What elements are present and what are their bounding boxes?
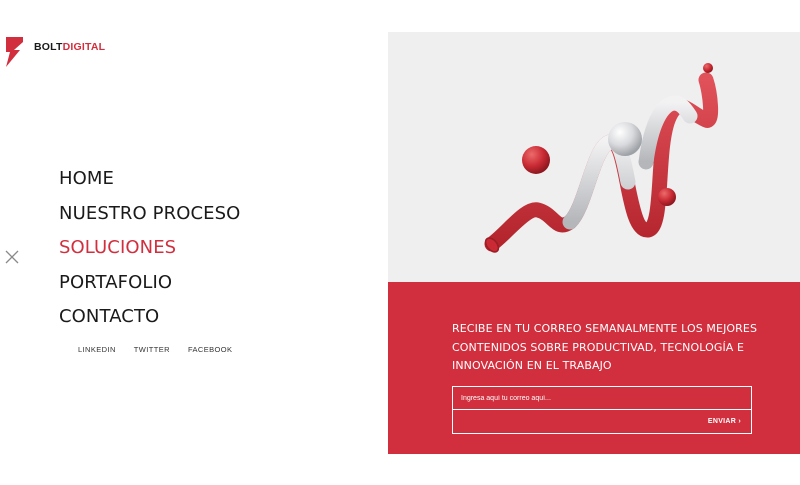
brand-name-part1: BOLT bbox=[34, 41, 63, 53]
main-nav: HOME NUESTRO PROCESO SOLUCIONES PORTAFOL… bbox=[59, 162, 240, 335]
nav-item-soluciones[interactable]: SOLUCIONES bbox=[59, 231, 240, 266]
email-input[interactable] bbox=[452, 386, 752, 410]
social-link-linkedin[interactable]: LINKEDIN bbox=[78, 345, 116, 354]
brand-name: BOLTDIGITAL bbox=[34, 41, 105, 53]
submit-button[interactable]: ENVIAR › bbox=[452, 410, 752, 434]
newsletter-headline-line: INNOVACIÓN EN EL TRABAJO bbox=[452, 359, 612, 372]
close-icon[interactable] bbox=[5, 250, 19, 264]
menu-overlay: BOLTDIGITAL HOME NUESTRO PROCESO SOLUCIO… bbox=[0, 32, 800, 454]
newsletter-signup: RECIBE EN TU CORREO SEMANALMENTE LOS MEJ… bbox=[388, 282, 800, 454]
menu-panel: BOLTDIGITAL HOME NUESTRO PROCESO SOLUCIO… bbox=[0, 32, 388, 454]
social-links: LINKEDIN TWITTER FACEBOOK bbox=[78, 345, 250, 354]
nav-item-portafolio[interactable]: PORTAFOLIO bbox=[59, 266, 240, 301]
nav-item-contacto[interactable]: CONTACTO bbox=[59, 300, 240, 335]
abstract-3d-wave-illustration bbox=[484, 63, 719, 253]
hero-illustration bbox=[388, 32, 800, 282]
brand-name-part2: DIGITAL bbox=[62, 41, 106, 53]
nav-item-nuestro-proceso[interactable]: NUESTRO PROCESO bbox=[59, 197, 240, 232]
social-link-facebook[interactable]: FACEBOOK bbox=[188, 345, 232, 354]
newsletter-headline: RECIBE EN TU CORREO SEMANALMENTE LOS MEJ… bbox=[452, 320, 762, 376]
newsletter-headline-line: CONTENIDOS SOBRE PRODUCTIVAD, TECNOLOGÍA… bbox=[452, 340, 745, 354]
newsletter-panel: RECIBE EN TU CORREO SEMANALMENTE LOS MEJ… bbox=[388, 32, 800, 454]
brand-logo[interactable]: BOLTDIGITAL bbox=[6, 37, 105, 67]
newsletter-headline-line: RECIBE EN TU CORREO SEMANALMENTE LOS MEJ… bbox=[452, 322, 758, 335]
social-link-twitter[interactable]: TWITTER bbox=[134, 345, 170, 354]
bolt-logo-icon bbox=[6, 37, 23, 67]
submit-button-label: ENVIAR › bbox=[707, 418, 741, 425]
nav-item-home[interactable]: HOME bbox=[59, 162, 240, 197]
